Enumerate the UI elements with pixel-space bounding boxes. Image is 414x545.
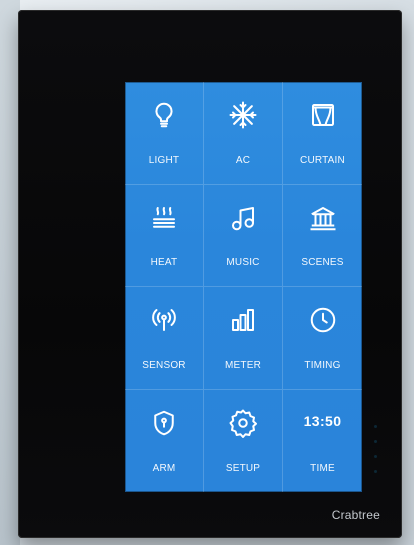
shield-icon — [149, 408, 179, 438]
time-display: 13:50 — [303, 412, 342, 429]
tile-meter[interactable]: METER — [204, 287, 283, 390]
tile-ac[interactable]: AC — [204, 82, 283, 185]
touch-screen: LIGHT AC CURTAIN HEAT MUSIC SCENES SENSO… — [125, 82, 362, 492]
tile-label: LIGHT — [148, 154, 180, 166]
gear-icon — [228, 408, 258, 438]
tile-label: TIME — [310, 463, 335, 474]
tile-scenes[interactable]: SCENES — [283, 185, 362, 287]
device-panel: LIGHT AC CURTAIN HEAT MUSIC SCENES SENSO… — [18, 10, 402, 538]
indicator-dot — [374, 425, 377, 428]
tile-curtain[interactable]: CURTAIN — [283, 82, 362, 185]
tile-label: ARM — [152, 463, 176, 474]
tile-label: AC — [235, 154, 251, 166]
clock-icon — [308, 305, 338, 335]
indicator-dot — [374, 455, 377, 458]
background-shape — [0, 0, 20, 545]
tile-label: METER — [225, 359, 261, 371]
tile-time[interactable]: 13:50 TIME — [283, 390, 362, 493]
tile-music[interactable]: MUSIC — [204, 184, 283, 287]
indicator-dot — [374, 470, 377, 473]
curtain-icon — [308, 100, 338, 130]
heat-icon — [149, 203, 179, 233]
sensor-icon — [149, 305, 179, 335]
tile-label: CURTAIN — [300, 154, 345, 166]
indicator-dots — [374, 425, 380, 485]
indicator-dot — [374, 440, 377, 443]
tile-label: SETUP — [225, 463, 261, 474]
meter-icon — [228, 305, 258, 335]
bulb-icon — [149, 100, 179, 130]
tile-grid: LIGHT AC CURTAIN HEAT MUSIC SCENES SENSO… — [125, 82, 362, 492]
tile-label: TIMING — [304, 359, 341, 371]
tile-setup[interactable]: SETUP — [204, 389, 283, 492]
tile-timing[interactable]: TIMING — [283, 287, 362, 390]
brand-logo: Crabtree — [331, 508, 380, 522]
building-icon — [308, 203, 338, 233]
tile-arm[interactable]: ARM — [125, 389, 204, 492]
tile-label: SENSOR — [142, 359, 186, 371]
music-icon — [228, 203, 258, 233]
tile-label: HEAT — [150, 257, 178, 268]
tile-label: SCENES — [301, 257, 344, 268]
tile-light[interactable]: LIGHT — [125, 82, 204, 185]
snowflake-icon — [228, 100, 258, 130]
tile-heat[interactable]: HEAT — [125, 184, 204, 287]
tile-label: MUSIC — [226, 257, 260, 268]
tile-sensor[interactable]: SENSOR — [125, 287, 204, 390]
